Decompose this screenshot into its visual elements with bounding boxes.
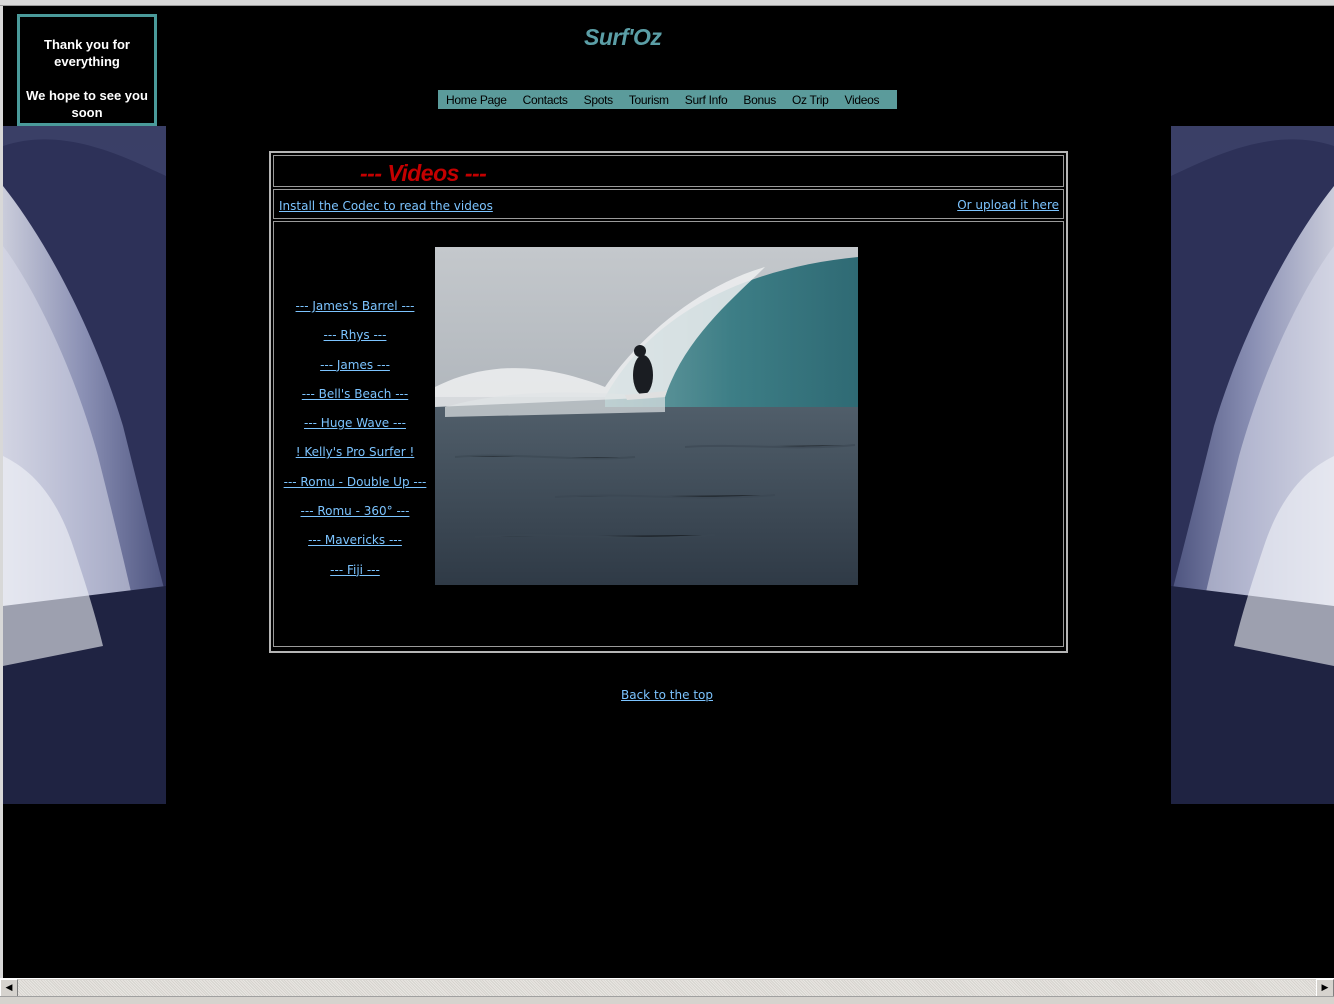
codec-links-cell: Install the Codec to read the videos Or … [273,189,1064,219]
videos-heading-cell: --- Videos --- [273,155,1064,187]
main-nav: Home Page Contacts Spots Tourism Surf In… [438,90,897,109]
nav-home-page[interactable]: Home Page [446,93,507,107]
video-link-kellys-pro-surfer[interactable]: ! Kelly's Pro Surfer ! [274,444,436,473]
video-list: --- James's Barrel --- --- Rhys --- --- … [274,298,436,591]
upload-link[interactable]: Or upload it here [957,198,1059,212]
video-player[interactable] [435,247,858,585]
nav-spots[interactable]: Spots [584,93,613,107]
nav-oz-trip[interactable]: Oz Trip [792,93,829,107]
video-link-huge-wave[interactable]: --- Huge Wave --- [274,415,436,444]
video-link-rhys[interactable]: --- Rhys --- [274,327,436,356]
status-bar [0,996,1334,1004]
site-title: Surf'Oz [584,24,662,50]
video-link-romu-double-up[interactable]: --- Romu - Double Up --- [274,474,436,503]
notice-line-2: We hope to see you soon [26,88,148,120]
nav-videos[interactable]: Videos [845,93,880,107]
install-codec-link[interactable]: Install the Codec to read the videos [279,199,493,213]
back-to-top-link[interactable]: Back to the top [621,688,713,702]
nav-surf-info[interactable]: Surf Info [685,93,728,107]
video-link-james-barrel[interactable]: --- James's Barrel --- [274,298,436,327]
notice-line-1: Thank you for everything [44,37,130,69]
right-wave-image [1171,126,1334,804]
video-link-fiji[interactable]: --- Fiji --- [274,562,436,591]
farewell-notice: Thank you for everything We hope to see … [17,14,157,126]
scroll-left-arrow-icon[interactable]: ◀ [0,979,18,997]
videos-panel: --- Videos --- Install the Codec to read… [269,151,1068,653]
nav-bonus[interactable]: Bonus [743,93,776,107]
scroll-right-arrow-icon[interactable]: ▶ [1316,979,1334,997]
videos-heading: --- Videos --- [360,160,487,186]
left-wave-image [3,126,166,804]
nav-tourism[interactable]: Tourism [629,93,669,107]
video-link-james[interactable]: --- James --- [274,357,436,386]
scroll-track[interactable] [18,980,1316,996]
window-top-frame [0,0,1334,6]
video-link-bells-beach[interactable]: --- Bell's Beach --- [274,386,436,415]
horizontal-scrollbar[interactable]: ◀ ▶ [0,978,1334,997]
video-link-mavericks[interactable]: --- Mavericks --- [274,532,436,561]
nav-contacts[interactable]: Contacts [523,93,568,107]
videos-body-cell: --- James's Barrel --- --- Rhys --- --- … [273,221,1064,647]
video-link-romu-360[interactable]: --- Romu - 360° --- [274,503,436,532]
